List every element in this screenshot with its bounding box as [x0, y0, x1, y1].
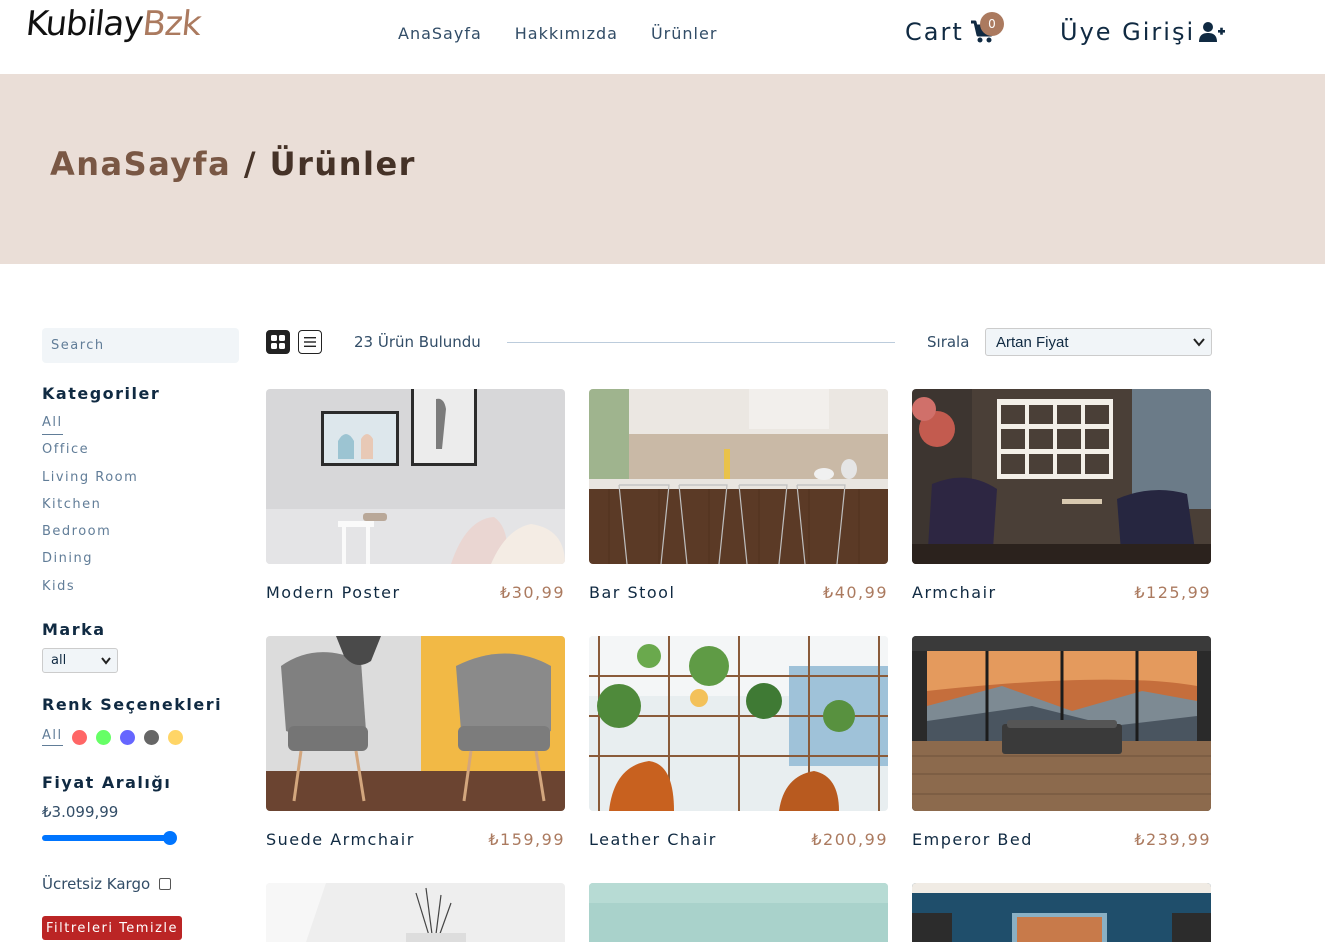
nav-link-home[interactable]: AnaSayfa: [398, 24, 482, 43]
color-options: All: [42, 728, 192, 746]
color-option-green[interactable]: [95, 729, 111, 745]
product-image[interactable]: [589, 389, 888, 564]
breadcrumb-current: Ürünler: [269, 145, 416, 183]
brand-select[interactable]: all: [42, 648, 118, 673]
color-option-yellow[interactable]: [167, 729, 183, 745]
nav-links: AnaSayfa Hakkımızda Ürünler: [398, 24, 717, 43]
product-photo-partial-3: [912, 883, 1211, 942]
product-name: Modern Poster: [266, 583, 401, 602]
sort-label: Sırala: [927, 333, 970, 351]
category-item-all[interactable]: All: [42, 413, 138, 440]
category-item-dining[interactable]: Dining: [42, 549, 138, 576]
color-option-all[interactable]: All: [42, 728, 63, 746]
product-photo-armchair: [912, 389, 1211, 564]
sort-select-value: Artan Fiyat: [996, 333, 1069, 351]
grid-view-button[interactable]: [266, 330, 290, 354]
categories-heading: Kategoriler: [42, 384, 161, 403]
product-photo-modern-poster: [266, 389, 565, 564]
product-image[interactable]: [912, 883, 1211, 942]
product-name: Emperor Bed: [912, 830, 1033, 849]
product-name: Leather Chair: [589, 830, 717, 849]
free-shipping-filter[interactable]: Ücretsiz Kargo: [42, 875, 172, 893]
color-option-red[interactable]: [71, 729, 87, 745]
brand-select-value: all: [51, 653, 67, 668]
price-range-thumb[interactable]: [163, 831, 177, 845]
breadcrumb-separator: /: [231, 145, 270, 183]
logo-text-primary: Kubilay: [23, 4, 145, 44]
product-photo-bar-stool: [589, 389, 888, 564]
search-input[interactable]: [42, 328, 239, 363]
product-photo-leather-chair: [589, 636, 888, 811]
category-item-kids[interactable]: Kids: [42, 577, 138, 604]
breadcrumb: AnaSayfa / Ürünler: [50, 145, 416, 183]
clear-filters-button[interactable]: Filtreleri Temizle: [42, 916, 182, 940]
product-card[interactable]: [266, 883, 565, 942]
category-item-kitchen[interactable]: Kitchen: [42, 495, 138, 522]
product-image[interactable]: [266, 389, 565, 564]
chevron-down-icon: [1193, 338, 1205, 347]
products-found-count: 23 Ürün Bulundu: [354, 333, 481, 351]
product-image[interactable]: [266, 636, 565, 811]
login-label: Üye Girişi: [1060, 18, 1196, 46]
product-image[interactable]: [589, 883, 888, 942]
product-price: ₺159,99: [488, 830, 565, 849]
product-image[interactable]: [266, 883, 565, 942]
category-item-office[interactable]: Office: [42, 440, 138, 467]
logo-text-accent: Bzk: [140, 4, 203, 44]
product-price: ₺125,99: [1134, 583, 1211, 602]
product-photo-suede-armchair: [266, 636, 565, 811]
product-price: ₺200,99: [811, 830, 888, 849]
list-icon: [304, 337, 316, 347]
product-price: ₺40,99: [823, 583, 888, 602]
product-price: ₺30,99: [500, 583, 565, 602]
price-range-slider[interactable]: [42, 831, 177, 845]
product-card[interactable]: Leather Chair ₺200,99: [589, 636, 888, 849]
product-image[interactable]: [912, 636, 1211, 811]
site-logo[interactable]: KubilayBzk: [24, 4, 203, 44]
sort-divider: [507, 342, 895, 343]
product-card[interactable]: Armchair ₺125,99: [912, 389, 1211, 602]
product-card[interactable]: Suede Armchair ₺159,99: [266, 636, 565, 849]
price-range-track: [42, 835, 170, 841]
cart-button[interactable]: Cart 0: [905, 12, 1004, 46]
list-view-button[interactable]: [298, 330, 322, 354]
category-item-bedroom[interactable]: Bedroom: [42, 522, 138, 549]
category-list: All Office Living Room Kitchen Bedroom D…: [42, 413, 138, 604]
user-plus-icon: [1199, 22, 1226, 42]
product-image[interactable]: [589, 636, 888, 811]
free-shipping-checkbox[interactable]: [159, 878, 172, 890]
product-card[interactable]: Modern Poster ₺30,99: [266, 389, 565, 602]
free-shipping-label: Ücretsiz Kargo: [42, 875, 151, 893]
nav-link-about[interactable]: Hakkımızda: [515, 24, 618, 43]
product-image[interactable]: [912, 389, 1211, 564]
product-photo-emperor-bed: [912, 636, 1211, 811]
product-name: Armchair: [912, 583, 997, 602]
cart-count-badge: 0: [980, 12, 1004, 36]
category-item-living-room[interactable]: Living Room: [42, 468, 138, 495]
product-photo-partial-1: [266, 883, 565, 942]
price-value: ₺3.099,99: [42, 803, 119, 821]
brand-heading: Marka: [42, 620, 106, 639]
chevron-down-icon: [101, 657, 111, 665]
grid-icon: [271, 335, 285, 349]
product-photo-partial-2: [589, 883, 888, 942]
nav-link-products[interactable]: Ürünler: [651, 24, 717, 43]
breadcrumb-home-link[interactable]: AnaSayfa: [50, 145, 231, 183]
price-heading: Fiyat Aralığı: [42, 773, 172, 792]
page-hero: AnaSayfa / Ürünler: [0, 74, 1325, 264]
product-name: Bar Stool: [589, 583, 676, 602]
product-card[interactable]: Emperor Bed ₺239,99: [912, 636, 1211, 849]
product-card[interactable]: Bar Stool ₺40,99: [589, 389, 888, 602]
sort-select[interactable]: Artan Fiyat: [985, 328, 1212, 356]
navbar: KubilayBzk AnaSayfa Hakkımızda Ürünler C…: [0, 0, 1325, 74]
color-option-black[interactable]: [143, 729, 159, 745]
color-option-blue[interactable]: [119, 729, 135, 745]
cart-label: Cart: [905, 18, 964, 46]
login-button[interactable]: Üye Girişi: [1060, 18, 1226, 46]
product-price: ₺239,99: [1134, 830, 1211, 849]
product-card[interactable]: [589, 883, 888, 942]
product-name: Suede Armchair: [266, 830, 415, 849]
product-card[interactable]: [912, 883, 1211, 942]
colors-heading: Renk Seçenekleri: [42, 695, 223, 714]
